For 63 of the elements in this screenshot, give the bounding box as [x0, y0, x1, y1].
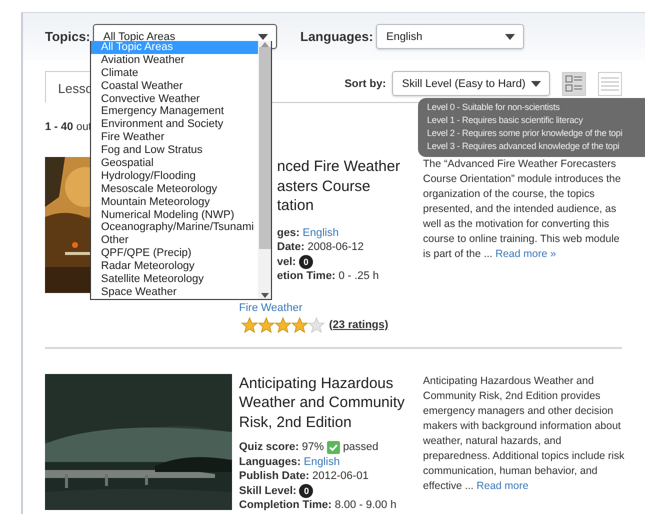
field-label: Completion Time: — [239, 498, 332, 512]
caret-icon — [531, 80, 541, 86]
field-label: etion Time: — [277, 269, 336, 284]
dropdown-option[interactable]: Numerical Modeling (NWP) — [91, 208, 258, 222]
course-title[interactable]: tation — [277, 196, 423, 216]
skill-level-badge: 0 — [298, 254, 313, 269]
languages-label: Languages: — [300, 29, 374, 44]
dropdown-option[interactable]: Fog and Low Stratus — [91, 144, 258, 158]
field-value: 0 - .25 h — [338, 269, 379, 284]
topic-link[interactable]: Fire Weather — [239, 302, 302, 314]
status-text: passed — [342, 440, 378, 454]
course-description: Anticipating Hazardous Weather and Community Risk, 2nd Edition provides emergency managers and other decision makers with background information about weather, natural hazards, and preparedness. Additional topics include risk communication, human behavior, and effective ... Read more — [423, 374, 626, 494]
field-label: Date: — [277, 240, 305, 254]
dropdown-option[interactable]: Satellite Meteorology — [91, 273, 258, 286]
dropdown-option[interactable]: Mountain Meteorology — [91, 196, 258, 209]
language-link[interactable]: English — [304, 454, 340, 469]
tooltip-line: Level 0 - Suitable for non-scientists — [427, 101, 560, 114]
read-more-link[interactable]: Read more — [476, 480, 528, 492]
course-description: The “Advanced Fire Weather Forecasters Course Orientation” module introduces the organization of the course, the topics presented, and the intended audience, as well as the motivation for converting this course to online training. This web module is part of the ... Read more » — [423, 157, 622, 262]
list-view-icon — [601, 76, 619, 92]
dropdown-option[interactable]: Space Weather — [91, 286, 258, 299]
field-value: 2012-06-01 — [312, 469, 369, 484]
field-value: 2008-06-12 — [308, 240, 364, 254]
field-label: ges: — [277, 226, 300, 240]
dropdown-option[interactable]: Emergency Management — [91, 105, 258, 118]
skill-level-badge: 0 — [299, 484, 314, 498]
check-icon — [326, 440, 340, 454]
field-label: Skill Level: — [239, 484, 296, 498]
topics-label: Topics: — [45, 29, 90, 44]
scroll-down-icon[interactable] — [260, 293, 268, 299]
languages-dropdown[interactable]: English — [376, 24, 524, 49]
tooltip-line: Level 1 - Requires basic scientific literacy — [427, 114, 583, 127]
dropdown-option[interactable]: Fire Weather — [91, 131, 258, 144]
course-title[interactable]: Anticipating Hazardous Weather and Community Risk, 2nd Edition — [239, 374, 423, 432]
field-value: 97% — [302, 440, 324, 454]
read-more-link[interactable]: Read more » — [495, 248, 556, 260]
dropdown-option[interactable]: Mesoscale Meteorology — [91, 182, 258, 196]
sort-label: Sort by: — [344, 78, 386, 90]
field-label: vel: — [277, 254, 296, 269]
language-link[interactable]: English — [302, 226, 339, 240]
dropdown-option[interactable]: Hydrology/Flooding — [91, 170, 258, 183]
tooltip-line: Level 2 - Requires some prior knowledge of the topi — [427, 127, 622, 140]
tooltip-line: Level 3 - Requires advanced knowledge of the topi — [427, 140, 620, 153]
field-label: Languages: — [239, 454, 301, 469]
caret-icon — [505, 34, 516, 40]
field-label: Quiz score: — [239, 440, 299, 454]
sort-dropdown[interactable]: Skill Level (Easy to Hard) — [392, 71, 550, 96]
ratings-link[interactable]: (23 ratings) — [329, 318, 388, 330]
dropdown-option[interactable]: Other — [91, 234, 258, 248]
dropdown-option[interactable]: Aviation Weather — [91, 54, 258, 67]
dropdown-option[interactable]: Oceanography/Marine/Tsunami — [91, 221, 258, 234]
dropdown-option[interactable]: Geospatial — [91, 157, 258, 170]
dropdown-option[interactable]: QPF/QPE (Precip) — [91, 247, 258, 260]
scrollbar[interactable] — [258, 41, 271, 299]
field-label: Publish Date: — [239, 469, 310, 484]
course-title[interactable]: nced Fire Weather — [277, 157, 423, 176]
detail-view-button[interactable] — [562, 72, 586, 96]
dropdown-option[interactable]: Environment and Society — [91, 118, 258, 132]
dropdown-option[interactable]: Radar Meteorology — [91, 260, 258, 274]
list-view-button[interactable] — [598, 72, 622, 96]
field-value: 8.00 - 9.00 h — [334, 498, 396, 512]
detail-view-icon — [565, 74, 583, 92]
course-title[interactable]: asters Course — [277, 176, 423, 196]
